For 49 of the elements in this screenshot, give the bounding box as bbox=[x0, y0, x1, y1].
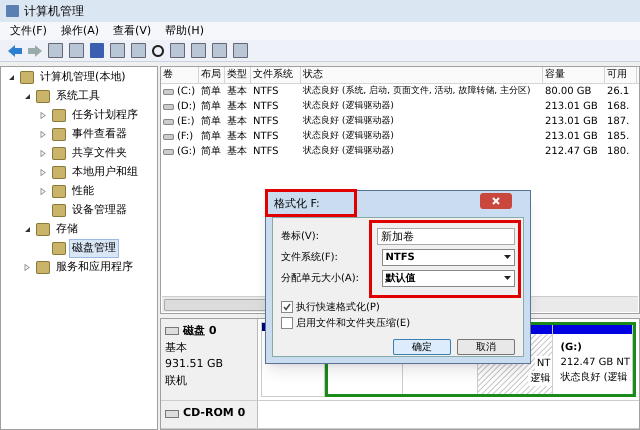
table-cell-text: 基本 bbox=[227, 100, 247, 114]
table-cell-text: NTFS bbox=[253, 130, 279, 144]
partition-text: NT bbox=[534, 356, 552, 371]
table-cell-text: NTFS bbox=[253, 145, 279, 159]
table-cell-text: 状态良好 (逻辑驱动器) bbox=[303, 114, 394, 128]
partition-text: 逻辑 bbox=[528, 371, 552, 386]
table-cell-text: NTFS bbox=[253, 115, 279, 129]
table-cell-text: 简单 bbox=[201, 84, 221, 99]
table-cell-text: 187. bbox=[607, 115, 630, 129]
table-cell-text: 状态良好 (逻辑驱动器) bbox=[303, 130, 394, 143]
table-cell-text: 状态良好 (逻辑驱动器) bbox=[303, 100, 394, 113]
table-cell-text: 213.01 GB bbox=[545, 130, 598, 144]
disk-info: 基本 bbox=[165, 340, 188, 356]
table-cell-text: 185. bbox=[607, 130, 630, 144]
table-cell-text: 状态良好 (逻辑驱动器) bbox=[303, 144, 394, 158]
table-cell-text: (D:) bbox=[177, 100, 196, 114]
table-cell-text: 基本 bbox=[227, 144, 247, 159]
table-cell-text: (F:) bbox=[177, 130, 194, 144]
table-cell-text: 简单 bbox=[201, 100, 221, 114]
table-cell-text: 简单 bbox=[201, 144, 221, 159]
disk-name: 磁盘 0 bbox=[183, 323, 216, 339]
table-cell-text: 213.01 GB bbox=[545, 115, 598, 129]
table-cell-text: 基本 bbox=[227, 130, 247, 144]
disk-info: 931.51 GB bbox=[165, 356, 224, 372]
table-cell-text: 212.47 GB bbox=[545, 145, 598, 159]
table-cell-text: 简单 bbox=[201, 130, 221, 144]
field-label: 分配单元大小(A): bbox=[281, 272, 360, 286]
table-cell-text: 213.01 GB bbox=[545, 100, 598, 114]
checkbox-label: 启用文件和文件夹压缩(E) bbox=[296, 316, 410, 330]
table-cell-text: (E:) bbox=[177, 115, 194, 129]
dialog-title: 格式化 F: bbox=[273, 196, 320, 212]
table-cell-text: 状态良好 (系统, 启动, 页面文件, 活动, 故障转储, 主分区) bbox=[303, 84, 530, 98]
table-cell-text: (C:) bbox=[177, 85, 196, 99]
table-cell-text: 基本 bbox=[227, 114, 247, 129]
table-cell-text: 180. bbox=[607, 145, 630, 159]
disk-info: 联机 bbox=[165, 372, 188, 388]
table-cell-text: 80.00 GB bbox=[545, 85, 592, 99]
table-cell-text: 168. bbox=[607, 100, 630, 114]
table-cell-text: NTFS bbox=[253, 100, 279, 114]
table-cell-text: 基本 bbox=[227, 84, 247, 99]
table-cell-text: 26.1 bbox=[607, 85, 630, 99]
field-label: 卷标(V): bbox=[281, 230, 320, 244]
table-cell-text: 简单 bbox=[201, 114, 221, 129]
checkbox-label: 执行快速格式化(P) bbox=[296, 300, 380, 314]
disk-name: CD-ROM 0 bbox=[183, 405, 246, 422]
field-label: 文件系统(F): bbox=[281, 250, 339, 264]
window-title: 计算机管理 bbox=[24, 3, 84, 20]
table-cell-text: NTFS bbox=[253, 85, 279, 99]
table-cell-text: (G:) bbox=[177, 145, 196, 159]
